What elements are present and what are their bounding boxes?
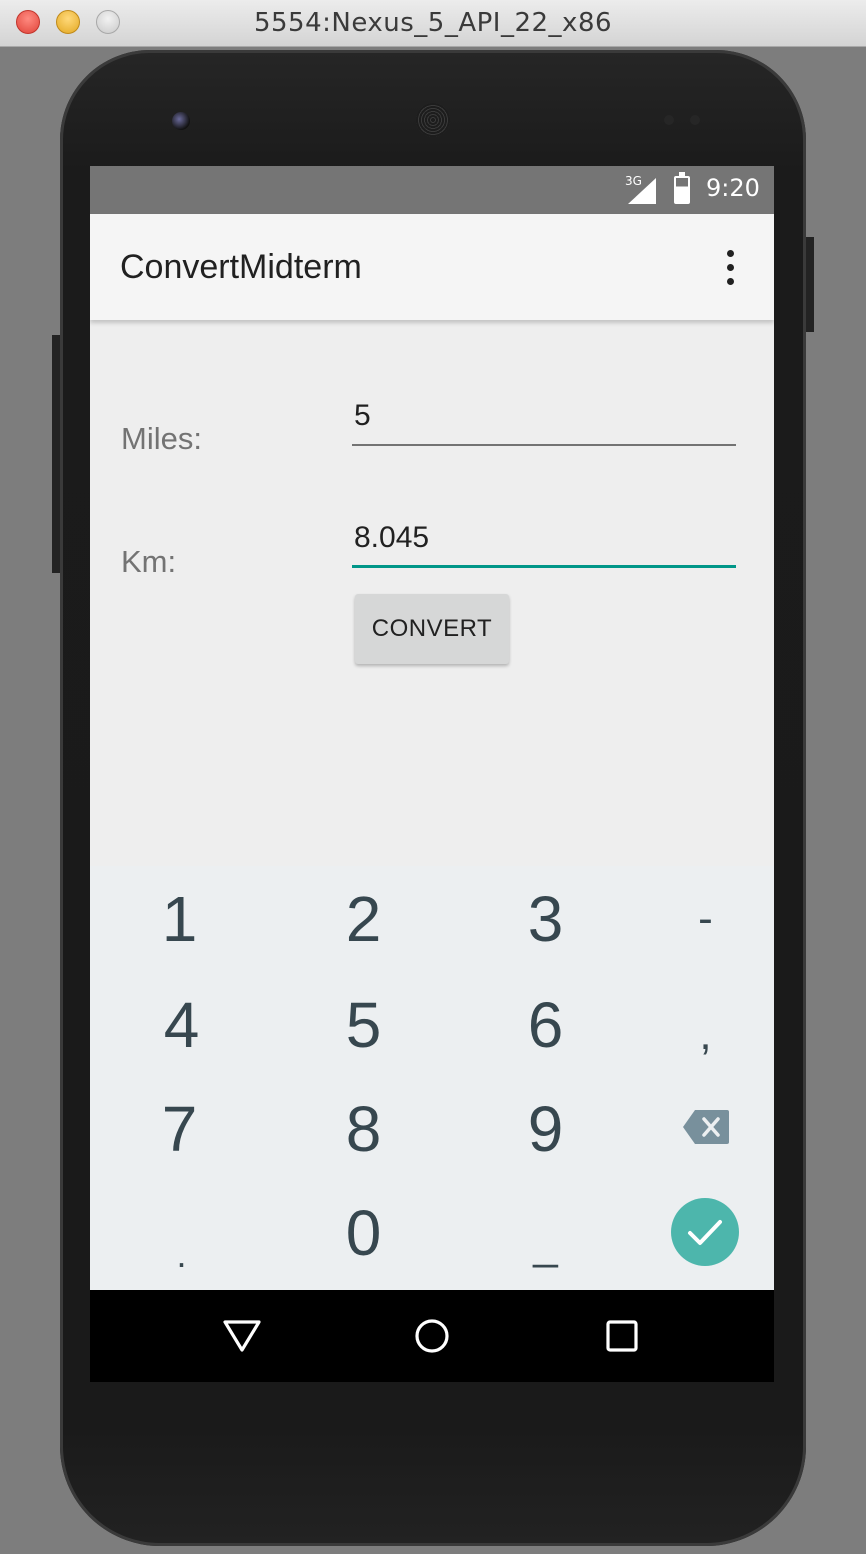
done-button[interactable] — [671, 1198, 739, 1266]
key-minus[interactable]: - — [620, 866, 774, 972]
status-bar: 3G 9:20 — [90, 166, 774, 214]
navigation-bar — [90, 1290, 774, 1382]
check-icon — [688, 1220, 722, 1245]
light-sensor-icon — [690, 115, 700, 125]
recents-square-icon[interactable] — [602, 1316, 642, 1356]
key-2[interactable]: 2 — [278, 866, 449, 972]
device-screen: 3G 9:20 ConvertMidterm Miles: Km: CONVER… — [90, 166, 774, 1382]
more-vert-icon[interactable] — [720, 250, 740, 288]
speaker-grille-icon — [416, 103, 450, 137]
signal-icon — [628, 178, 656, 204]
window-title: 5554:Nexus_5_API_22_x86 — [253, 8, 613, 38]
miles-input[interactable] — [352, 394, 736, 446]
status-time: 9:20 — [706, 174, 760, 202]
km-label: Km: — [121, 544, 177, 579]
key-4[interactable]: 4 — [96, 972, 267, 1078]
front-camera-icon — [172, 112, 190, 130]
key-3[interactable]: 3 — [460, 866, 631, 972]
key-6[interactable]: 6 — [460, 972, 631, 1078]
key-8[interactable]: 8 — [278, 1076, 449, 1182]
key-space[interactable]: _ — [460, 1192, 631, 1298]
key-1[interactable]: 1 — [94, 866, 265, 972]
km-input[interactable] — [352, 516, 736, 568]
convert-button[interactable]: CONVERT — [355, 594, 509, 664]
back-triangle-icon[interactable] — [222, 1316, 262, 1356]
home-circle-icon[interactable] — [412, 1316, 452, 1356]
numeric-keyboard: 1 2 3 - 4 5 6 , 7 8 9 . 0 _ — [90, 866, 774, 1290]
key-5[interactable]: 5 — [278, 972, 449, 1078]
app-bar: ConvertMidterm — [90, 214, 774, 320]
key-0[interactable]: 0 — [278, 1180, 449, 1286]
backspace-icon[interactable] — [683, 1110, 729, 1144]
proximity-sensor-icon — [664, 115, 674, 125]
window-titlebar: 5554:Nexus_5_API_22_x86 — [0, 0, 866, 47]
key-comma[interactable]: , — [620, 982, 774, 1088]
key-9[interactable]: 9 — [460, 1076, 631, 1182]
app-title: ConvertMidterm — [120, 248, 362, 286]
miles-label: Miles: — [121, 421, 202, 456]
key-7[interactable]: 7 — [94, 1076, 265, 1182]
battery-icon — [674, 172, 690, 204]
